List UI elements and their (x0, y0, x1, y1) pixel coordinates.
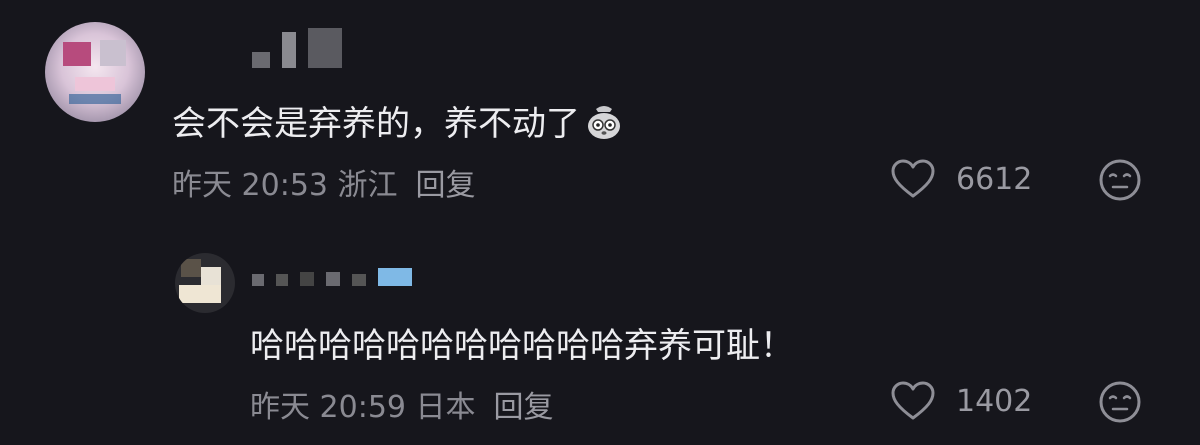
like-button[interactable]: 1402 (890, 380, 1032, 422)
username-redacted[interactable] (252, 28, 342, 68)
heart-icon[interactable] (890, 380, 936, 422)
shocked-bag-emoji-icon (588, 106, 620, 139)
like-count: 6612 (956, 161, 1033, 197)
reply-meta: 昨天 20:59 日本 回复 (250, 382, 554, 426)
heart-icon[interactable] (890, 158, 936, 200)
timestamp-location: 昨天 20:59 日本 (250, 390, 476, 425)
reply-button[interactable]: 回复 (494, 390, 554, 425)
face-emoji-icon[interactable] (1098, 158, 1142, 202)
reply-button[interactable]: 回复 (416, 168, 476, 203)
reply-text: 哈哈哈哈哈哈哈哈哈哈哈弃养可耻！ (250, 326, 794, 366)
face-emoji-icon[interactable] (1098, 380, 1142, 424)
avatar[interactable] (175, 253, 235, 313)
avatar[interactable] (45, 22, 145, 122)
like-button[interactable]: 6612 (890, 158, 1032, 200)
comment-meta: 昨天 20:53 浙江 回复 (172, 160, 476, 204)
timestamp-location: 昨天 20:53 浙江 (172, 168, 398, 203)
comment-text: 会不会是弃养的，养不动了 (172, 96, 624, 145)
like-count: 1402 (956, 383, 1033, 419)
username-redacted[interactable] (252, 268, 412, 286)
